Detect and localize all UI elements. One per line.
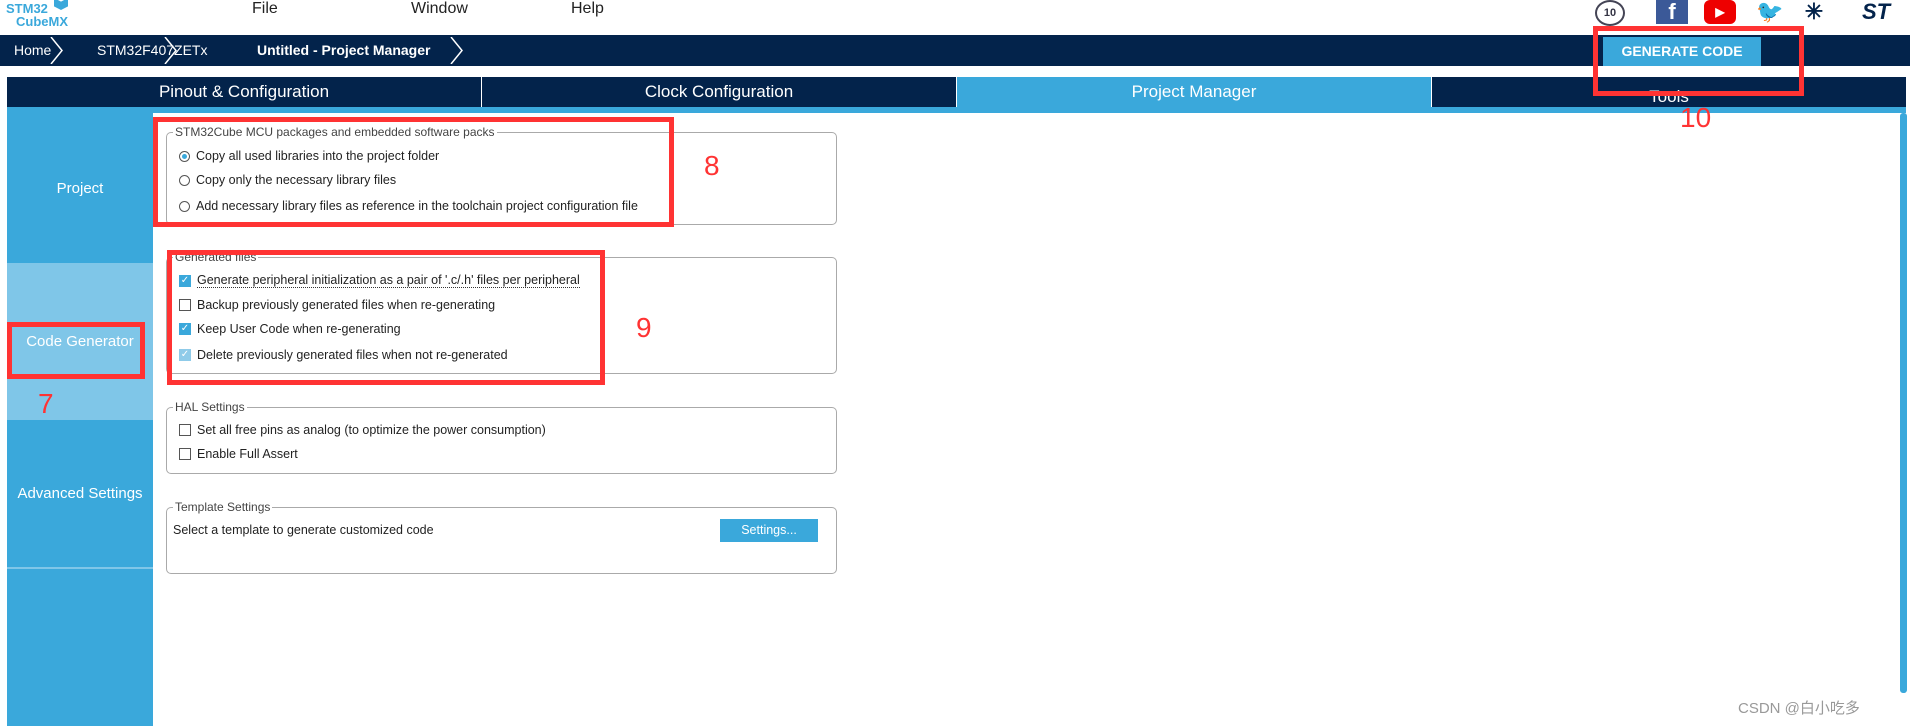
breadcrumb-home[interactable]: Home: [14, 35, 51, 66]
network-icon[interactable]: ✳: [1798, 0, 1830, 24]
template-settings-button[interactable]: Settings...: [720, 519, 818, 542]
chevron-right-icon: [50, 37, 63, 64]
sidebar-item-project[interactable]: Project: [7, 113, 153, 265]
st-logo-icon[interactable]: ST: [1850, 0, 1902, 24]
menu-window[interactable]: Window: [411, 0, 468, 18]
chevron-right-icon: [164, 37, 177, 64]
breadcrumb-current[interactable]: Untitled - Project Manager: [257, 35, 430, 66]
anniversary-10-years-icon[interactable]: 10: [1595, 0, 1625, 26]
annotation-label-8: 8: [704, 150, 720, 181]
group-title: HAL Settings: [173, 400, 247, 414]
annotation-label-9: 9: [636, 312, 652, 343]
facebook-icon[interactable]: f: [1656, 0, 1688, 24]
breadcrumb-mcu[interactable]: STM32F407ZETx: [97, 35, 207, 66]
stm32cubemx-logo: STM32 CubeMX: [6, 0, 76, 32]
annotation-box-9: [167, 250, 605, 385]
annotation-box-7: [7, 322, 145, 379]
checkbox-free-pins-analog[interactable]: Set all free pins as analog (to optimize…: [179, 423, 546, 437]
template-settings-group: Template Settings Select a template to g…: [166, 500, 837, 574]
tab-clock-configuration[interactable]: Clock Configuration: [482, 77, 957, 107]
option-label: Set all free pins as analog (to optimize…: [197, 423, 546, 437]
tab-underline: [7, 107, 1906, 113]
hal-settings-group: HAL Settings Set all free pins as analog…: [166, 400, 837, 474]
vertical-scrollbar[interactable]: [1900, 113, 1907, 693]
sidebar: Project Code Generator Advanced Settings: [7, 113, 153, 726]
group-title: Template Settings: [173, 500, 273, 514]
annotation-label-10: 10: [1680, 102, 1712, 133]
youtube-icon[interactable]: ▶: [1704, 0, 1736, 24]
logo-text: CubeMX: [16, 14, 68, 29]
checkbox-icon[interactable]: [179, 424, 191, 436]
twitter-icon[interactable]: 🐦: [1754, 0, 1786, 24]
menu-help[interactable]: Help: [571, 0, 604, 18]
sidebar-item-advanced-settings[interactable]: Advanced Settings: [7, 420, 153, 569]
template-description: Select a template to generate customized…: [173, 523, 434, 537]
annotation-label-7: 7: [38, 388, 54, 419]
chevron-right-icon: [450, 37, 463, 64]
tab-project-manager[interactable]: Project Manager: [957, 77, 1432, 107]
tab-pinout-configuration[interactable]: Pinout & Configuration: [7, 77, 482, 107]
annotation-box-8: [153, 117, 674, 227]
option-label: Enable Full Assert: [197, 447, 298, 461]
menu-file[interactable]: File: [252, 0, 278, 18]
checkbox-full-assert[interactable]: Enable Full Assert: [179, 447, 298, 461]
watermark: CSDN @白小吃多: [1738, 700, 1860, 717]
checkbox-icon[interactable]: [179, 448, 191, 460]
annotation-box-10: [1593, 26, 1804, 96]
